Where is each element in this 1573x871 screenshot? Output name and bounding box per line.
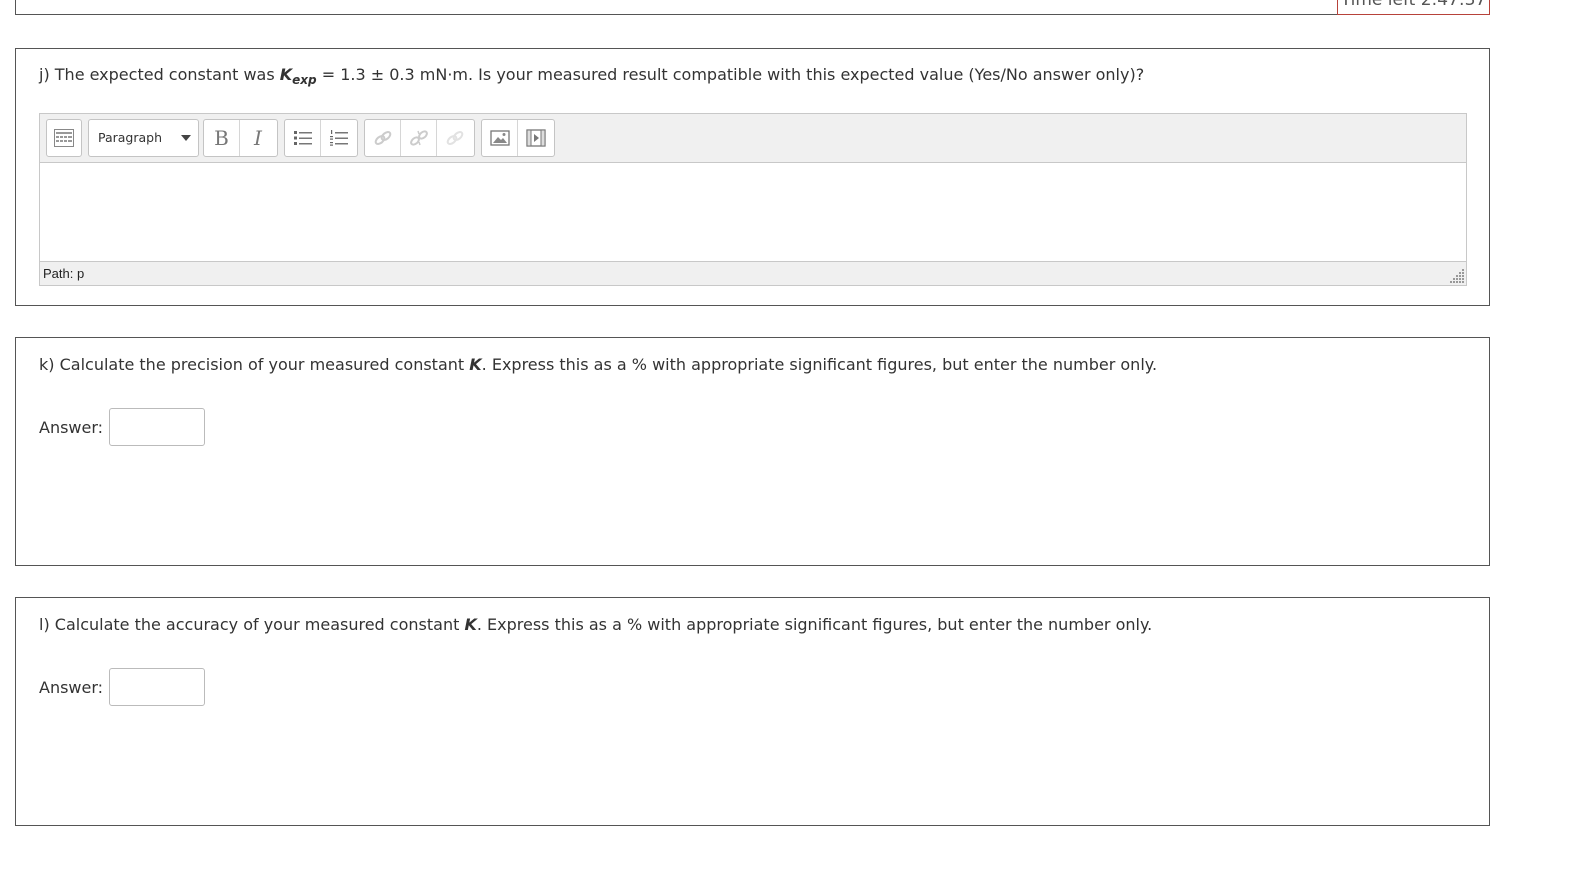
quiz-timer: Time left 2:47:37 [1337,0,1490,15]
bold-button[interactable]: B [204,120,240,156]
format-select-label: Paragraph [98,130,163,145]
question-l-answer-row: Answer: [39,668,206,706]
toolbar-toggle-button[interactable] [47,120,81,156]
question-j-subscript: exp [292,73,317,87]
answer-label: Answer: [39,417,104,437]
anchor-button[interactable] [437,120,473,156]
list-group [284,119,358,157]
chevron-down-icon [181,135,191,141]
link-group [364,119,475,157]
text-style-group: B I [203,119,278,157]
insert-media-button[interactable] [518,120,554,156]
question-l-text: l) Calculate the accuracy of your measur… [39,615,1152,634]
editor-toolbar: Paragraph B I [40,114,1466,163]
ordered-list-button[interactable] [321,120,357,156]
rich-text-editor: Paragraph B I Path: p [39,113,1467,286]
ordered-list-icon [330,130,348,146]
editor-status-bar: Path: p [40,261,1466,285]
question-l-text-after: . Express this as a % with appropriate s… [476,615,1153,634]
question-j-text-before: j) The expected constant was [39,65,280,84]
italic-icon: I [254,126,262,150]
question-k-answer-input[interactable] [109,408,206,446]
previous-question-box [15,0,1489,15]
italic-button[interactable]: I [240,120,276,156]
question-l-answer-input[interactable] [109,668,206,706]
format-select[interactable]: Paragraph [88,119,199,157]
editor-path: Path: p [43,266,85,281]
link-button[interactable] [365,120,401,156]
question-k-text: k) Calculate the precision of your measu… [39,355,1157,374]
question-k-text-after: . Express this as a % with appropriate s… [481,355,1158,374]
question-j: j) The expected constant was Kexp = 1.3 … [15,48,1490,306]
insert-image-button[interactable] [482,120,518,156]
unordered-list-button[interactable] [285,120,321,156]
question-l-text-before: l) Calculate the accuracy of your measur… [39,615,465,634]
question-k-text-before: k) Calculate the precision of your measu… [39,355,470,374]
question-k: k) Calculate the precision of your measu… [15,337,1490,566]
toolbar-toggle-icon [54,129,74,147]
media-group [481,119,555,157]
unlink-icon [409,130,428,146]
toolbar-toggle-group [46,119,82,157]
question-l-symbol: K [464,615,477,634]
link-icon [374,131,391,145]
question-j-text-after: = 1.3 ± 0.3 mN·m. Is your measured resul… [316,65,1145,84]
unordered-list-icon [293,131,312,145]
editor-content-area[interactable] [40,162,1466,261]
image-icon [489,130,510,146]
bold-icon: B [214,126,229,150]
resize-grip-icon[interactable] [1449,268,1465,284]
anchor-icon [446,131,464,145]
media-icon [526,129,546,147]
unlink-button[interactable] [401,120,437,156]
answer-label: Answer: [39,677,104,697]
question-l: l) Calculate the accuracy of your measur… [15,597,1490,826]
question-j-text: j) The expected constant was Kexp = 1.3 … [39,65,1144,87]
question-k-answer-row: Answer: [39,408,206,446]
question-j-symbol: K [279,65,293,84]
question-k-symbol: K [469,355,482,374]
